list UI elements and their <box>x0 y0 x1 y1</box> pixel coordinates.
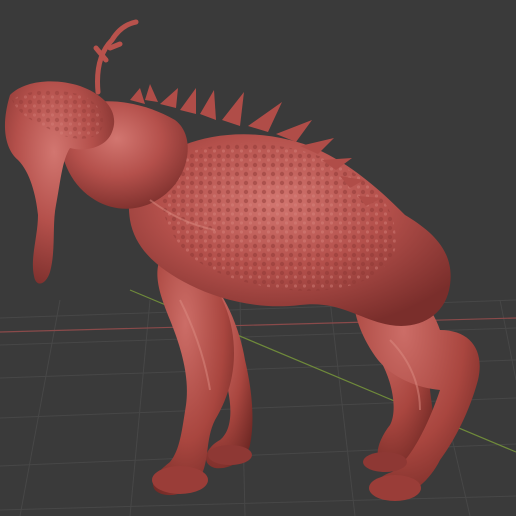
hoof-hind-far <box>363 452 407 472</box>
3d-viewport[interactable] <box>0 0 516 516</box>
viewport-canvas[interactable] <box>0 0 516 516</box>
sculpted-creature-model[interactable] <box>4 19 480 501</box>
antler <box>93 19 139 95</box>
hoof-hind-near <box>369 475 421 501</box>
hoof-front-near <box>152 466 208 494</box>
hoof-front-far <box>208 445 252 465</box>
